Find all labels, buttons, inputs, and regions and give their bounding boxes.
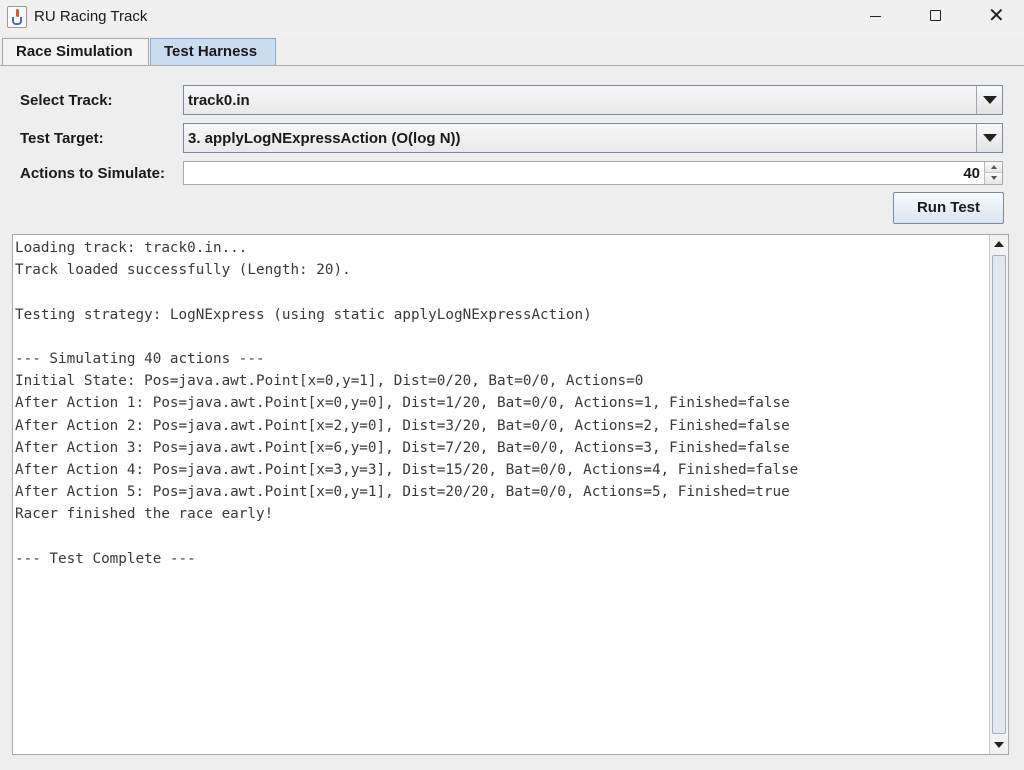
title-bar: RU Racing Track ✕ xyxy=(0,0,1024,36)
output-line: Testing strategy: LogNExpress (using sta… xyxy=(15,306,592,323)
output-line: After Action 4: Pos=java.awt.Point[x=3,y… xyxy=(15,461,799,478)
test-target-label: Test Target: xyxy=(20,130,104,147)
actions-spinner-value[interactable]: 40 xyxy=(963,165,980,182)
arrow-down-icon xyxy=(994,742,1004,748)
arrow-up-icon xyxy=(991,165,997,169)
output-line: Initial State: Pos=java.awt.Point[x=0,y=… xyxy=(15,373,644,390)
close-icon: ✕ xyxy=(988,3,1005,27)
minimize-icon xyxy=(870,16,881,17)
chevron-down-icon xyxy=(983,134,997,142)
output-line: Loading track: track0.in... xyxy=(15,240,248,256)
test-target-arrow-button[interactable] xyxy=(976,124,1002,152)
select-track-value: track0.in xyxy=(188,92,250,109)
select-track-dropdown[interactable]: track0.in xyxy=(183,85,1003,115)
scroll-up-button[interactable] xyxy=(990,235,1008,253)
output-line: Racer finished the race early! xyxy=(15,506,274,523)
scrollbar-thumb[interactable] xyxy=(992,255,1006,734)
output-scroll-pane[interactable]: Loading track: track0.in... Track loaded … xyxy=(12,234,1009,755)
output-text-area[interactable]: Loading track: track0.in... Track loaded … xyxy=(15,237,989,752)
tab-race-simulation[interactable]: Race Simulation xyxy=(2,38,149,66)
tab-test-harness[interactable]: Test Harness xyxy=(150,38,276,66)
maximize-icon xyxy=(930,10,941,21)
scroll-down-button[interactable] xyxy=(990,736,1008,754)
select-track-arrow-button[interactable] xyxy=(976,86,1002,114)
arrow-up-icon xyxy=(994,241,1004,247)
output-line: After Action 1: Pos=java.awt.Point[x=0,y… xyxy=(15,395,790,412)
minimize-button[interactable] xyxy=(846,0,906,34)
select-track-label: Select Track: xyxy=(20,92,113,109)
output-line: After Action 3: Pos=java.awt.Point[x=6,y… xyxy=(15,439,790,456)
output-line: --- Simulating 40 actions --- xyxy=(15,350,265,367)
actions-to-simulate-label: Actions to Simulate: xyxy=(20,165,166,182)
close-button[interactable]: ✕ xyxy=(966,0,1024,34)
chevron-down-icon xyxy=(983,96,997,104)
tab-strip: Race Simulation Test Harness xyxy=(0,36,1024,66)
test-target-value: 3. applyLogNExpressAction (O(log N)) xyxy=(188,130,461,147)
actions-spinner[interactable]: 40 xyxy=(183,161,1003,185)
output-line: After Action 2: Pos=java.awt.Point[x=2,y… xyxy=(15,417,790,434)
arrow-down-icon xyxy=(991,176,997,180)
maximize-button[interactable] xyxy=(906,0,966,34)
output-line: After Action 5: Pos=java.awt.Point[x=0,y… xyxy=(15,484,790,501)
window-title: RU Racing Track xyxy=(34,8,148,25)
spinner-down-button[interactable] xyxy=(984,173,1002,184)
output-line: Track loaded successfully (Length: 20). xyxy=(15,262,351,279)
run-test-button[interactable]: Run Test xyxy=(893,192,1004,224)
output-line: --- Test Complete --- xyxy=(15,550,196,567)
spinner-up-button[interactable] xyxy=(984,162,1002,173)
vertical-scrollbar[interactable] xyxy=(989,235,1008,754)
java-cup-icon xyxy=(7,6,27,28)
test-target-dropdown[interactable]: 3. applyLogNExpressAction (O(log N)) xyxy=(183,123,1003,153)
